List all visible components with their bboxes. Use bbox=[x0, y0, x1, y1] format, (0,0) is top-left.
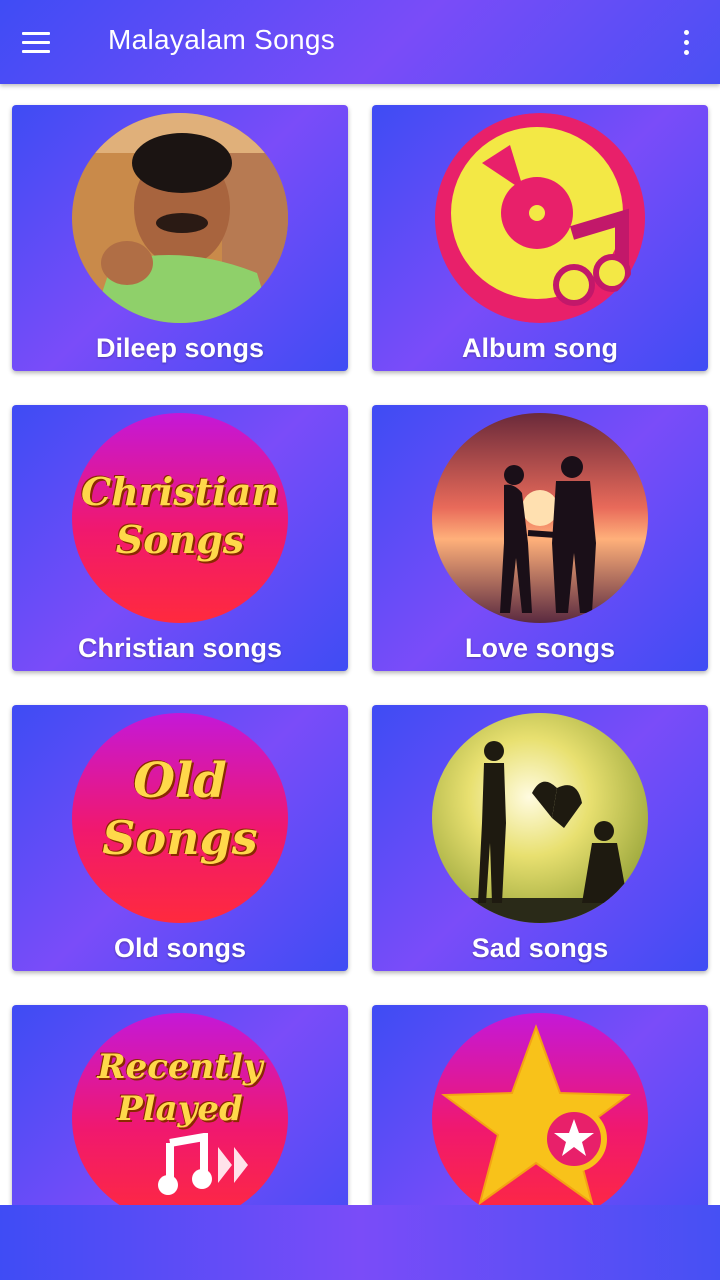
christian-songs-badge: Christian Songs bbox=[72, 413, 288, 623]
music-note-icon bbox=[158, 1133, 248, 1195]
category-card-favorites[interactable] bbox=[372, 1005, 708, 1205]
category-label: Love songs bbox=[464, 633, 616, 663]
badge-text-line: Songs bbox=[102, 811, 258, 865]
couple-silhouette bbox=[432, 413, 648, 623]
category-label: Dileep songs bbox=[95, 333, 265, 363]
category-card-album[interactable]: Album song bbox=[372, 105, 708, 371]
badge-text-line: Old bbox=[133, 753, 227, 809]
category-label: Sad songs bbox=[471, 933, 609, 963]
category-card-dileep[interactable]: Dileep songs bbox=[12, 105, 348, 371]
badge-text-line: Recently bbox=[97, 1047, 263, 1087]
badge-text-line: Played bbox=[117, 1089, 243, 1129]
category-card-sad[interactable]: Sad songs bbox=[372, 705, 708, 971]
category-card-love[interactable]: Love songs bbox=[372, 405, 708, 671]
actor-photo bbox=[72, 113, 288, 323]
music-disc-icon bbox=[432, 113, 648, 323]
badge-text-line: Songs bbox=[115, 517, 245, 562]
bottom-banner bbox=[0, 1205, 720, 1280]
category-card-recently-played[interactable]: Recently Played bbox=[12, 1005, 348, 1205]
app-bar: Malayalam Songs bbox=[0, 0, 720, 84]
recently-played-badge: Recently Played bbox=[72, 1013, 288, 1205]
more-vert-icon[interactable] bbox=[674, 26, 698, 58]
category-grid: Dileep songs Album song Christian Songs … bbox=[0, 84, 720, 1205]
category-card-old[interactable]: Old Songs Old songs bbox=[12, 705, 348, 971]
old-songs-badge: Old Songs bbox=[72, 713, 288, 923]
broken-heart-silhouette bbox=[432, 713, 648, 923]
category-label: Christian songs bbox=[77, 633, 283, 663]
star-favorites-icon bbox=[432, 1013, 648, 1205]
app-title: Malayalam Songs bbox=[108, 24, 336, 55]
badge-text-line: Christian bbox=[81, 469, 279, 514]
category-label: Old songs bbox=[113, 933, 246, 963]
hamburger-menu-icon[interactable] bbox=[22, 26, 62, 58]
category-card-christian[interactable]: Christian Songs Christian songs bbox=[12, 405, 348, 671]
category-label: Album song bbox=[462, 333, 618, 363]
